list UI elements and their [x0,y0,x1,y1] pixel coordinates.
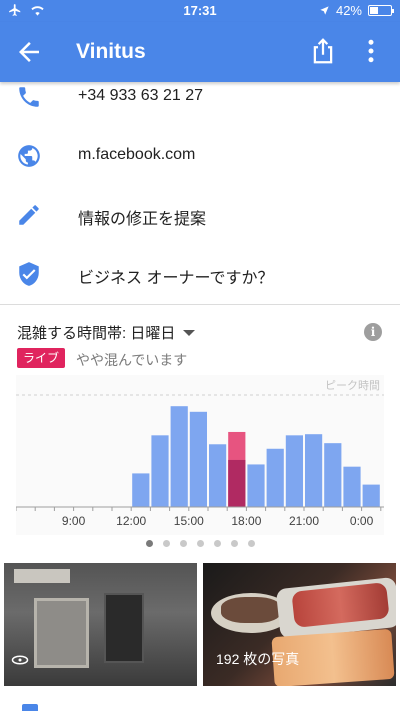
x-tick-label: 0:00 [350,514,374,528]
arrow-back-icon[interactable] [14,37,44,67]
location-arrow-icon [320,6,329,15]
live-badge: ライブ [17,348,66,368]
live-status: やや混んでいます [76,352,188,368]
x-tick-label: 15:00 [174,514,204,528]
doorway-image [104,593,144,663]
section-divider [0,304,400,305]
carousel-dot[interactable] [196,540,204,547]
bar [170,406,188,507]
photo-count-label: 192 枚の写真 [216,651,300,667]
battery-icon [368,5,394,16]
x-tick-label: 18:00 [231,514,261,528]
suggest-edit-row[interactable]: 情報の修正を提案 [0,186,400,244]
carousel-dot[interactable] [145,540,153,547]
phone-row[interactable]: +34 933 63 21 27 [0,68,400,126]
bar [189,411,207,507]
street-view-photo[interactable] [4,563,197,686]
status-right: 42% [319,3,394,18]
carousel-dot[interactable] [162,540,170,547]
claim-business-label: ビジネス オーナーですか？ [78,270,274,287]
phone-number: +34 933 63 21 27 [78,87,204,104]
more-vert-icon[interactable] [356,36,386,66]
bar [247,464,265,507]
bar [266,448,284,507]
chevron-down-icon [183,329,196,336]
photos-tile[interactable]: 192 枚の写真 [203,563,396,686]
popular-times-day-selector[interactable]: 混雑する時間帯: 日曜日 [17,322,196,343]
bar [228,459,246,507]
battery-percent: 42% [335,3,362,18]
panorama-icon [11,655,29,665]
popular-times-title: 混雑する時間帯: 日曜日 [17,325,176,342]
suggest-edit-label: 情報の修正を提案 [78,211,207,228]
bar [151,435,169,507]
x-tick-label: 21:00 [289,514,319,528]
shop-sign [14,569,70,583]
verified-shield-icon [19,262,39,286]
partial-icon [22,704,38,711]
globe-icon [18,145,40,167]
bar [305,434,323,507]
info-icon[interactable]: i [364,323,382,341]
x-tick-label: 12:00 [116,514,146,528]
bar [343,466,361,507]
phone-icon [19,87,39,107]
bar [209,444,227,507]
popular-times-chart[interactable]: ピーク時間 9:00 12:00 15:00 18:00 21:00 0:00 [16,375,384,535]
website-link[interactable]: m.facebook.com [78,146,195,164]
food-image [221,597,281,623]
share-icon[interactable] [308,36,338,66]
carousel-dot[interactable] [230,540,238,547]
edit-icon [19,205,39,225]
carousel-dot[interactable] [213,540,221,547]
bar [132,473,150,507]
bar [285,435,303,507]
storefront-image [34,598,89,668]
page-title: Vinitus [76,40,146,63]
carousel-dot[interactable] [179,540,187,547]
battery-fill [370,7,379,14]
x-tick-label: 9:00 [62,514,86,528]
carousel-dots[interactable] [0,540,400,547]
status-bar: 17:31 42% [0,0,400,22]
claim-business-row[interactable]: ビジネス オーナーですか？ [0,245,400,303]
bar [362,484,380,507]
bar [324,443,342,507]
carousel-dot[interactable] [247,540,255,547]
peak-label: ピーク時間 [325,379,380,392]
website-row[interactable]: m.facebook.com [0,127,400,185]
